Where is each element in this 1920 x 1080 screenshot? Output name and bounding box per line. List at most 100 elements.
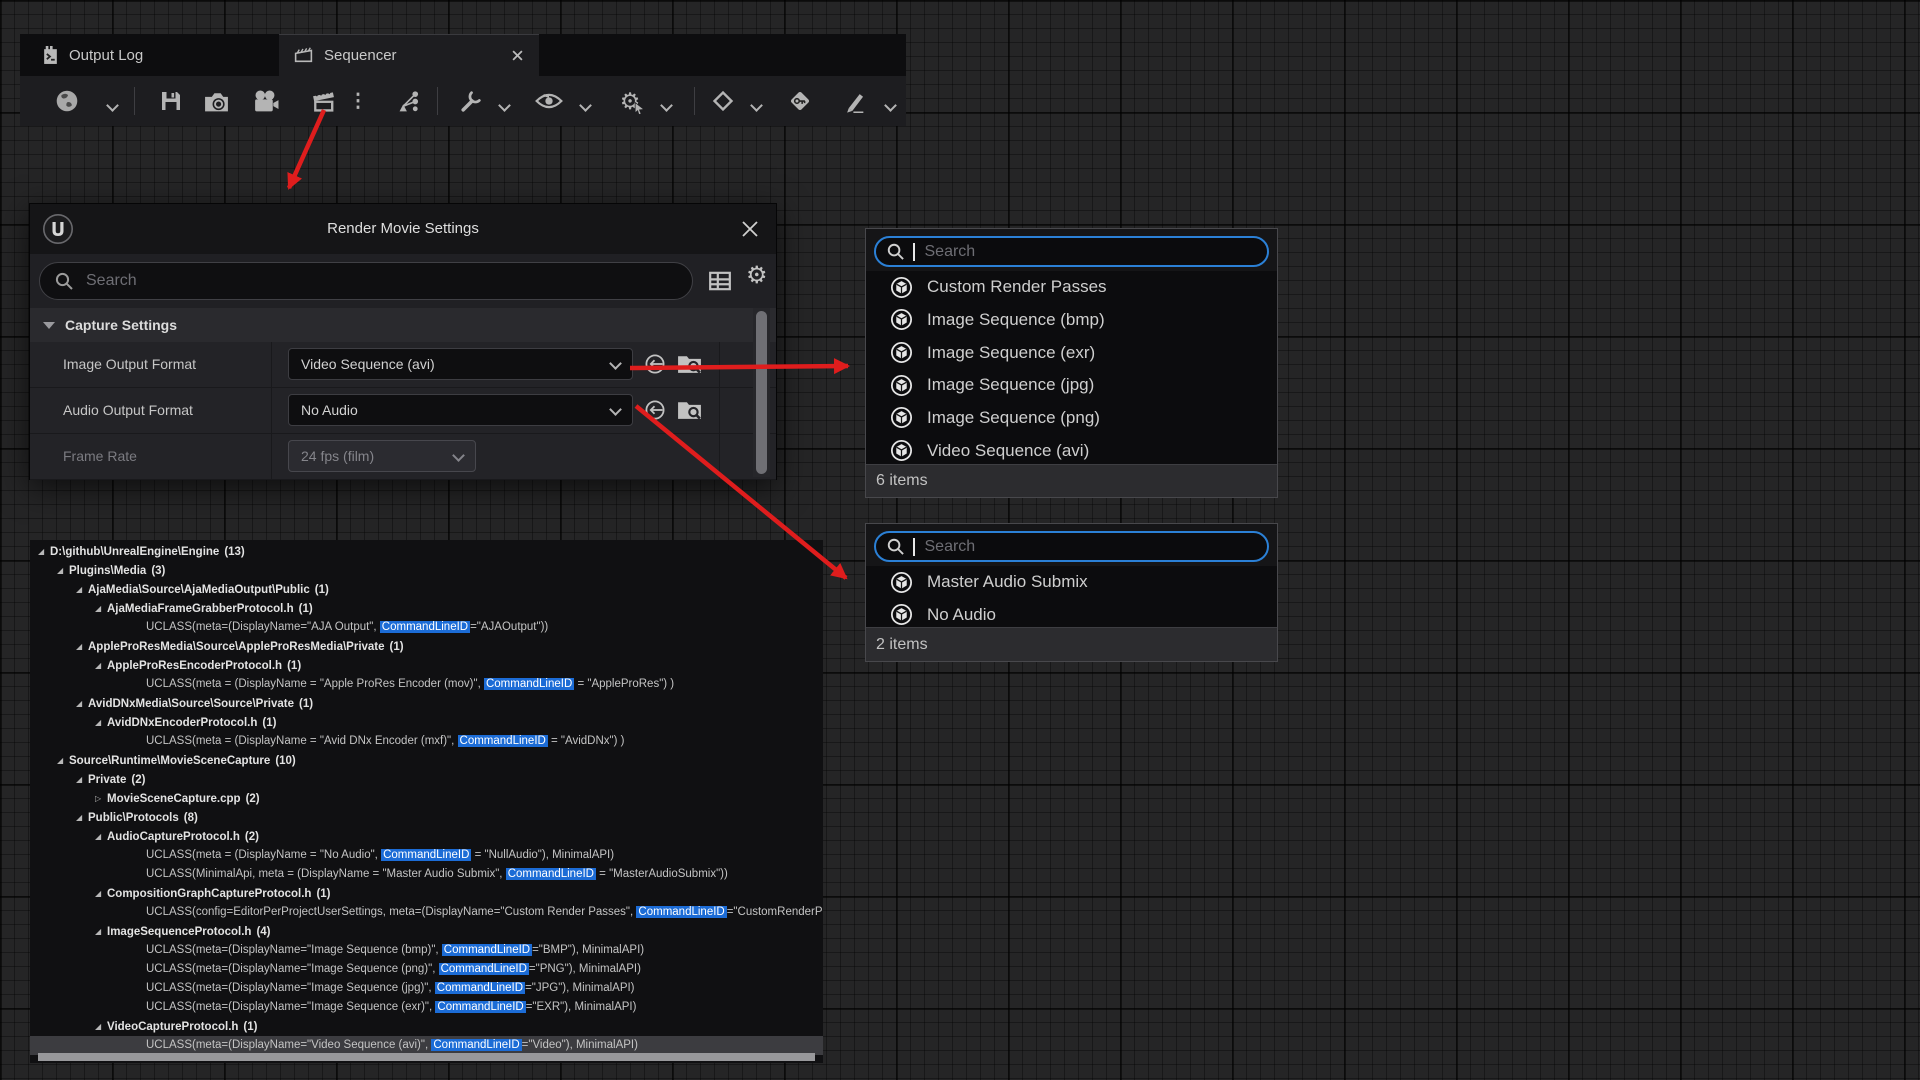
horizontal-scrollbar[interactable] — [38, 1053, 815, 1061]
expanded-triangle-icon[interactable]: ◢ — [95, 922, 107, 941]
tree-row[interactable]: ◢D:\github\UnrealEngine\Engine(13) — [30, 542, 823, 561]
gear-cursor-icon[interactable]: ⚙ — [616, 87, 644, 115]
tree-row[interactable]: UCLASS(meta=(DisplayName="Image Sequence… — [30, 960, 823, 979]
list-item[interactable]: Image Sequence (exr) — [866, 336, 1277, 369]
tree-row[interactable]: ◢Public\Protocols(8) — [30, 808, 823, 827]
wrench-dropdown-chevron-icon[interactable] — [500, 97, 509, 115]
render-movie-clapperboard-icon[interactable] — [309, 87, 337, 115]
expanded-triangle-icon[interactable]: ◢ — [57, 561, 69, 580]
list-item[interactable]: Image Sequence (bmp) — [866, 304, 1277, 337]
curves-pen-icon[interactable] — [841, 87, 869, 115]
collapsed-triangle-icon[interactable]: ▷ — [95, 789, 107, 808]
list-item[interactable]: Image Sequence (png) — [866, 402, 1277, 435]
tab-sequencer[interactable]: Sequencer — [279, 34, 539, 76]
list-item-label: Image Sequence (jpg) — [927, 375, 1094, 395]
settings-grid-icon[interactable] — [708, 269, 732, 293]
dialog-search-box[interactable] — [39, 262, 693, 300]
list-item[interactable]: Master Audio Submix — [866, 566, 1277, 599]
settings-gear-icon[interactable]: ⚙ — [746, 264, 768, 288]
popup-search-box[interactable] — [874, 531, 1269, 562]
tree-row[interactable]: ◢Plugins\Media(3) — [30, 561, 823, 580]
tree-row[interactable]: ◢Source\Runtime\MovieSceneCapture(10) — [30, 751, 823, 770]
browse-folder-icon[interactable] — [676, 398, 703, 421]
match-count: (3) — [146, 565, 165, 577]
dialog-rows: Image Output FormatVideo Sequence (avi) … — [30, 342, 776, 480]
highlighted-match: CommandLineID — [442, 944, 532, 956]
tree-row[interactable]: ◢AjaMedia\Source\AjaMediaOutput\Public(1… — [30, 580, 823, 599]
eye-dropdown-chevron-icon[interactable] — [581, 97, 590, 115]
tree-row[interactable]: ◢ImageSequenceProtocol.h(4) — [30, 922, 823, 941]
tree-row[interactable]: ◢AvidDNxMedia\Source\Source\Private(1) — [30, 694, 823, 713]
expanded-triangle-icon[interactable]: ◢ — [76, 770, 88, 789]
dialog-search-input[interactable] — [84, 271, 678, 291]
tree-row[interactable]: ◢Private(2) — [30, 770, 823, 789]
find-camera-icon[interactable] — [202, 87, 230, 115]
list-item[interactable]: Custom Render Passes — [866, 271, 1277, 304]
dialog-title-bar[interactable]: Render Movie Settings — [30, 204, 776, 255]
tree-row[interactable]: UCLASS(meta = (DisplayName = "No Audio",… — [30, 846, 823, 865]
highlighted-match: CommandLineID — [439, 963, 529, 975]
tree-row[interactable]: ◢AppleProResMedia\Source\AppleProResMedi… — [30, 637, 823, 656]
eye-icon[interactable] — [535, 87, 563, 115]
overflow-dots-icon[interactable]: ⋮ — [351, 87, 365, 115]
dropdown[interactable]: No Audio — [288, 394, 633, 426]
tab-close-icon[interactable] — [509, 48, 525, 64]
node-graph-icon[interactable] — [395, 87, 423, 115]
expanded-triangle-icon[interactable]: ◢ — [95, 656, 107, 675]
dropdown-value: Video Sequence (avi) — [289, 356, 611, 372]
tree-row[interactable]: ▷MovieSceneCapture.cpp(2) — [30, 789, 823, 808]
expanded-triangle-icon[interactable]: ◢ — [76, 637, 88, 656]
tree-row[interactable]: ◢AudioCaptureProtocol.h(2) — [30, 827, 823, 846]
browse-folder-icon[interactable] — [676, 352, 703, 375]
expanded-triangle-icon[interactable]: ◢ — [57, 751, 69, 770]
popup-search-box[interactable] — [874, 236, 1269, 267]
keyframe-diamond-icon[interactable] — [709, 87, 737, 115]
tree-row[interactable]: ◢AvidDNxEncoderProtocol.h(1) — [30, 713, 823, 732]
tree-row[interactable]: ◢AppleProResEncoderProtocol.h(1) — [30, 656, 823, 675]
tree-row[interactable]: ◢AjaMediaFrameGrabberProtocol.h(1) — [30, 599, 823, 618]
popup-search-input[interactable] — [923, 537, 1258, 557]
keyframe-dropdown-chevron-icon[interactable] — [752, 97, 761, 115]
tab-output-log[interactable]: Output Log — [28, 34, 258, 76]
expanded-triangle-icon[interactable]: ◢ — [95, 827, 107, 846]
tree-row[interactable]: UCLASS(MinimalApi, meta = (DisplayName =… — [30, 865, 823, 884]
dialog-close-icon[interactable] — [738, 217, 762, 241]
expanded-triangle-icon[interactable]: ◢ — [95, 1017, 107, 1036]
dialog-scrollbar[interactable] — [753, 308, 770, 477]
dropdown[interactable]: Video Sequence (avi) — [288, 348, 633, 380]
auto-key-icon[interactable] — [786, 87, 814, 115]
use-selected-icon[interactable] — [643, 398, 667, 422]
tree-row[interactable]: UCLASS(meta = (DisplayName = "Avid DNx E… — [30, 732, 823, 751]
code-line: UCLASS(meta=(DisplayName="Image Sequence… — [146, 982, 635, 994]
expanded-triangle-icon[interactable]: ◢ — [76, 808, 88, 827]
gear-cursor-dropdown-chevron-icon[interactable] — [662, 97, 671, 115]
capture-settings-header[interactable]: Capture Settings — [30, 308, 776, 343]
tree-row[interactable]: UCLASS(meta=(DisplayName="Image Sequence… — [30, 979, 823, 998]
world-dropdown-chevron-icon[interactable] — [108, 97, 117, 115]
popup-search-input[interactable] — [923, 242, 1258, 262]
expanded-triangle-icon[interactable]: ◢ — [76, 580, 88, 599]
tree-row[interactable]: UCLASS(config=EditorPerProjectUserSettin… — [30, 903, 823, 922]
list-item[interactable]: Image Sequence (jpg) — [866, 369, 1277, 402]
expanded-triangle-icon[interactable]: ◢ — [95, 884, 107, 903]
expanded-triangle-icon[interactable]: ◢ — [95, 713, 107, 732]
tree-row[interactable]: ◢CompositionGraphCaptureProtocol.h(1) — [30, 884, 823, 903]
tree-row[interactable]: ◢VideoCaptureProtocol.h(1) — [30, 1017, 823, 1036]
expanded-triangle-icon[interactable]: ◢ — [38, 542, 50, 561]
highlighted-match: CommandLineID — [636, 906, 726, 918]
world-icon[interactable] — [53, 87, 81, 115]
save-icon[interactable] — [157, 87, 185, 115]
tree-row[interactable]: UCLASS(meta = (DisplayName = "Apple ProR… — [30, 675, 823, 694]
scrollbar-thumb[interactable] — [756, 311, 767, 474]
expanded-triangle-icon[interactable]: ◢ — [95, 599, 107, 618]
highlighted-match: CommandLineID — [435, 1001, 525, 1013]
tree-row[interactable]: UCLASS(meta=(DisplayName="Image Sequence… — [30, 941, 823, 960]
tree-row[interactable]: UCLASS(meta=(DisplayName="AJA Output", C… — [30, 618, 823, 637]
wrench-icon[interactable] — [456, 87, 484, 115]
use-selected-icon[interactable] — [643, 352, 667, 376]
tree-row[interactable]: UCLASS(meta=(DisplayName="Image Sequence… — [30, 998, 823, 1017]
movie-camera-icon[interactable] — [251, 87, 279, 115]
expanded-triangle-icon[interactable]: ◢ — [76, 694, 88, 713]
pen-dropdown-chevron-icon[interactable] — [886, 97, 895, 115]
list-item[interactable]: Video Sequence (avi) — [866, 434, 1277, 467]
